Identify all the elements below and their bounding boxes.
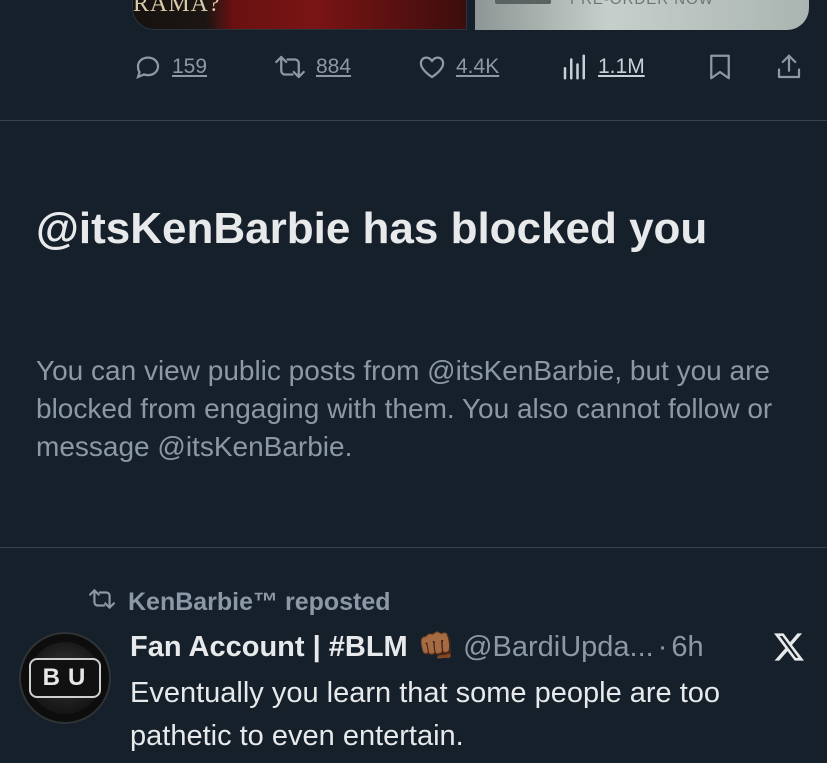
reply-count: 159 <box>172 55 208 78</box>
media-right-text: PRE-ORDER NOW <box>475 0 809 8</box>
blocked-title: @itsKenBarbie has blocked you <box>36 204 708 253</box>
post-media-strip: RAMA? PRE-ORDER NOW <box>0 0 827 32</box>
reply-button[interactable]: 159 <box>132 52 207 82</box>
like-icon <box>416 52 448 82</box>
post-text: Eventually you learn that some people ar… <box>130 677 721 752</box>
repost-icon <box>272 52 308 82</box>
display-name[interactable]: Fan Account | #BLM <box>130 631 408 664</box>
reply-icon <box>132 52 164 82</box>
share-button[interactable] <box>774 52 804 82</box>
media-left-text: RAMA? <box>133 0 221 17</box>
views-icon <box>560 52 590 82</box>
divider <box>0 120 827 121</box>
repost-button[interactable]: 884 <box>272 52 351 82</box>
x-logo-icon[interactable] <box>772 632 806 662</box>
timeline: RAMA? PRE-ORDER NOW 159 884 <box>0 0 827 763</box>
avatar-text: BU <box>28 658 102 698</box>
post-time[interactable]: 6h <box>671 631 703 664</box>
bookmark-icon <box>706 52 734 82</box>
repost-count: 884 <box>316 55 352 78</box>
repost-label: KenBarbie™ reposted <box>128 588 391 616</box>
blocked-description: You can view public posts from @itsKenBa… <box>36 355 773 462</box>
fist-emoji: 👊🏾 <box>417 630 456 663</box>
repost-icon <box>86 586 118 619</box>
post-action-bar: 159 884 4.4K 1.1M <box>0 52 827 82</box>
media-image-right[interactable]: PRE-ORDER NOW <box>475 0 809 30</box>
views-count: 1.1M <box>598 55 645 78</box>
like-button[interactable]: 4.4K <box>416 52 499 82</box>
like-count: 4.4K <box>456 55 500 78</box>
bookmark-button[interactable] <box>706 52 734 82</box>
user-handle[interactable]: @BardiUpda... <box>463 631 654 664</box>
divider <box>0 547 827 548</box>
repost-header[interactable]: KenBarbie™ reposted <box>86 586 391 619</box>
avatar[interactable]: BU <box>19 632 111 724</box>
views-button[interactable]: 1.1M <box>560 52 645 82</box>
share-icon <box>774 52 804 82</box>
post-header: Fan Account | #BLM 👊🏾 @BardiUpda... · 6h <box>130 627 704 667</box>
media-image-left[interactable]: RAMA? <box>132 0 467 30</box>
separator-dot: · <box>657 630 668 663</box>
